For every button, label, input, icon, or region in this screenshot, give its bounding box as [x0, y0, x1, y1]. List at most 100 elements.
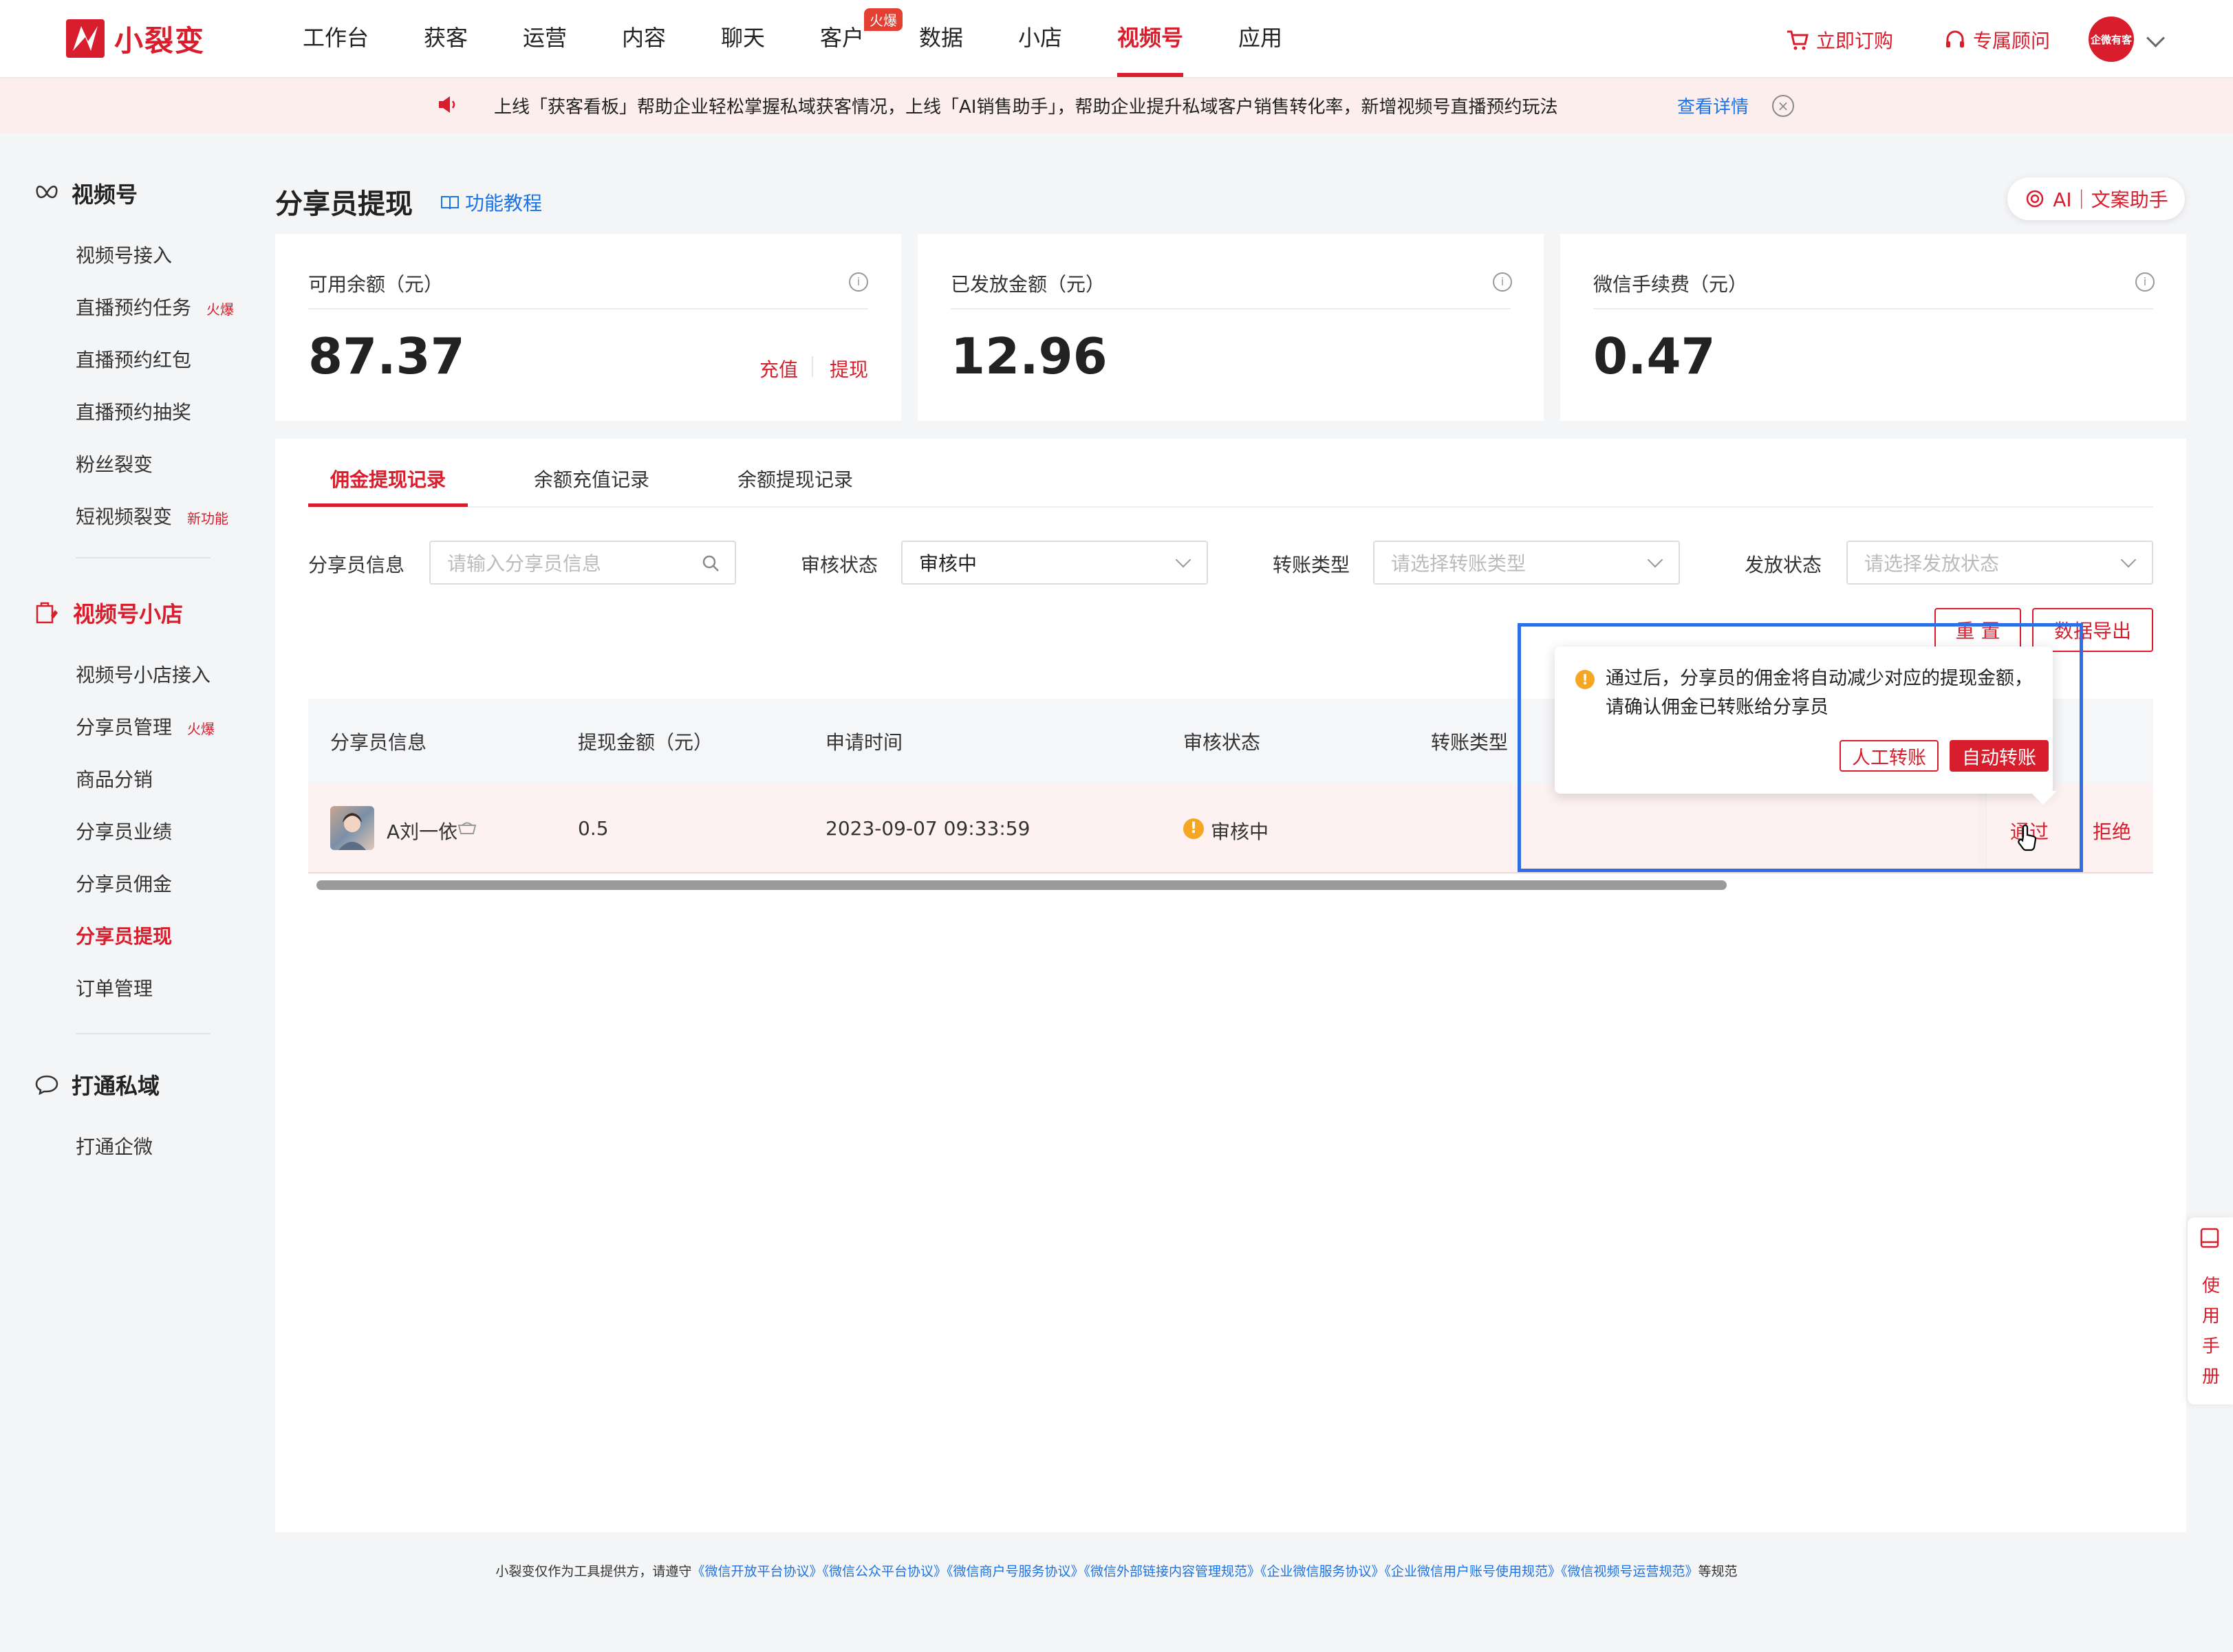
- sidebar-item-label: 分享员管理: [76, 716, 173, 739]
- footer-link-wecom-account[interactable]: 《企业微信用户账号使用规范》: [1385, 1564, 1562, 1579]
- review-status-value: 审核中: [919, 552, 978, 575]
- sidebar-item-sharer-withdraw[interactable]: 分享员提现: [76, 922, 172, 949]
- tutorial-label: 功能教程: [465, 192, 543, 215]
- sidebar-item-live-reserve-lottery[interactable]: 直播预约抽奖: [76, 398, 191, 425]
- sidebar-section-private[interactable]: 打通私域: [34, 1069, 160, 1100]
- nav-chat[interactable]: 聊天: [721, 21, 765, 52]
- brand-name: 小裂变: [114, 23, 206, 58]
- chevron-down-icon: [2120, 552, 2137, 568]
- ai-assistant-button[interactable]: AI｜文案助手: [2007, 177, 2185, 220]
- nav-channels[interactable]: 视频号: [1117, 21, 1183, 52]
- balance-label: 可用余额（元）: [308, 273, 444, 296]
- tab-balance-recharge[interactable]: 余额充值记录: [534, 465, 649, 492]
- footer-link-external-content[interactable]: 《微信外部链接内容管理规范》: [1083, 1564, 1260, 1579]
- sidebar-item-short-video-fission[interactable]: 短视频裂变 新功能: [76, 502, 228, 530]
- new-tag: 新功能: [187, 510, 229, 527]
- col-amount: 提现金额（元）: [578, 731, 713, 754]
- sidebar-section-title: 视频号小店: [73, 601, 184, 627]
- issue-status-select[interactable]: 请选择发放状态: [1846, 541, 2153, 585]
- footer-link-channels-rules[interactable]: 《微信视频号运营规范》: [1561, 1564, 1698, 1579]
- tutorial-link[interactable]: 功能教程: [440, 188, 542, 216]
- footer-link-wecom-service[interactable]: 《企业微信服务协议》: [1260, 1564, 1385, 1579]
- withdraw-link[interactable]: 提现: [830, 355, 868, 382]
- page-title: 分享员提现: [275, 188, 413, 220]
- banner-text: 上线「获客看板」帮助企业轻松掌握私域获客情况，上线「AI销售助手」，帮助企业提升…: [494, 97, 1558, 118]
- brand-logo[interactable]: 小裂变: [66, 18, 205, 59]
- book-icon: [441, 196, 459, 210]
- info-icon[interactable]: i: [1493, 272, 1512, 292]
- col-transfer-type: 转账类型: [1431, 731, 1509, 754]
- ai-icon: [2027, 190, 2044, 208]
- sidebar-item-product-distribution[interactable]: 商品分销: [76, 765, 153, 792]
- nav-apps[interactable]: 应用: [1238, 21, 1282, 52]
- headset-icon: [1946, 30, 1964, 47]
- consultant-link[interactable]: 专属顾问: [1944, 26, 2050, 54]
- chat-bubble-icon: [35, 1075, 58, 1096]
- info-icon[interactable]: i: [2135, 272, 2155, 292]
- card-divider: [1593, 308, 2153, 309]
- nav-customer[interactable]: 客户: [820, 21, 864, 52]
- search-icon: [702, 555, 719, 572]
- sidebar-item-sharer-commission[interactable]: 分享员佣金: [76, 869, 172, 897]
- sidebar-item-live-reserve-task[interactable]: 直播预约任务 火爆: [76, 293, 234, 320]
- reject-link[interactable]: 拒绝: [2093, 817, 2131, 845]
- info-icon[interactable]: i: [849, 272, 868, 292]
- sidebar-item-shop-access[interactable]: 视频号小店接入: [76, 660, 211, 688]
- withdraw-amount: 0.5: [578, 817, 609, 840]
- user-manual-button[interactable]: 使用手册: [2188, 1217, 2233, 1404]
- footer-link-mp-platform[interactable]: 《微信公众平台协议》: [822, 1564, 947, 1579]
- nav-data[interactable]: 数据: [919, 21, 963, 52]
- apply-time: 2023-09-07 09:33:59: [826, 817, 1031, 840]
- review-filter-label: 审核状态: [801, 554, 878, 576]
- nav-hot-badge: 火爆: [864, 8, 903, 31]
- col-apply-time: 申请时间: [826, 731, 903, 754]
- nav-acquire[interactable]: 获客: [424, 21, 468, 52]
- nav-operation[interactable]: 运营: [523, 21, 567, 52]
- hot-tag: 火爆: [187, 721, 215, 737]
- footer-link-open-platform[interactable]: 《微信开放平台协议》: [691, 1564, 822, 1579]
- recharge-link[interactable]: 充值: [759, 355, 798, 382]
- sidebar-item-live-reserve-redpacket[interactable]: 直播预约红包: [76, 345, 191, 373]
- subscribe-link[interactable]: 立即订购: [1786, 26, 1893, 54]
- highlight-box: [1518, 623, 2083, 872]
- sidebar-item-wecom[interactable]: 打通企微: [76, 1132, 153, 1160]
- nav-content[interactable]: 内容: [622, 21, 666, 52]
- transfer-type-select[interactable]: 请选择转账类型: [1373, 541, 1680, 585]
- sidebar-item-sharer-manage[interactable]: 分享员管理 火爆: [76, 713, 215, 740]
- sidebar-section-channels[interactable]: 视频号: [34, 177, 138, 209]
- sidebar-item-channel-access[interactable]: 视频号接入: [76, 241, 172, 268]
- wechat-shop-icon: [457, 822, 477, 834]
- col-sharer-info: 分享员信息: [330, 731, 427, 754]
- butterfly-icon: [36, 185, 58, 199]
- sharer-search-input[interactable]: 请输入分享员信息: [429, 541, 736, 585]
- cart-icon: [1787, 30, 1809, 50]
- tab-active-underline: [308, 503, 468, 507]
- footer-link-merchant[interactable]: 《微信商户号服务协议》: [947, 1564, 1084, 1579]
- sidebar-item-sharer-performance[interactable]: 分享员业绩: [76, 817, 172, 845]
- sidebar-section-shop[interactable]: 视频号小店: [34, 597, 183, 629]
- tab-balance-withdraw[interactable]: 余额提现记录: [737, 465, 853, 492]
- action-divider: [812, 356, 813, 377]
- balance-value: 87.37: [308, 327, 465, 385]
- org-avatar[interactable]: 企微有客: [2089, 17, 2134, 62]
- issued-value: 12.96: [951, 327, 1108, 385]
- warning-icon: !: [1183, 818, 1204, 839]
- sidebar-item-fan-fission[interactable]: 粉丝裂变: [76, 450, 153, 477]
- sharer-search-placeholder: 请输入分享员信息: [447, 552, 602, 575]
- footer: 小裂变仅作为工具提供方，请遵守《微信开放平台协议》《微信公众平台协议》《微信商户…: [0, 1561, 2233, 1580]
- sidebar-item-order-manage[interactable]: 订单管理: [76, 974, 153, 1001]
- banner-details-link[interactable]: 查看详情: [1677, 93, 1749, 118]
- sidebar-section-title: 打通私域: [72, 1073, 160, 1099]
- close-icon[interactable]: ×: [1772, 95, 1794, 117]
- scrollbar-thumb[interactable]: [316, 880, 1727, 890]
- consultant-label: 专属顾问: [1973, 30, 2051, 52]
- fee-value: 0.47: [1593, 327, 1716, 385]
- tab-commission-withdraw[interactable]: 佣金提现记录: [330, 465, 446, 492]
- review-status-select[interactable]: 审核中: [901, 541, 1208, 585]
- footer-prefix: 小裂变仅作为工具提供方，请遵守: [495, 1564, 692, 1579]
- records-panel: [275, 439, 2186, 1532]
- nav-workbench[interactable]: 工作台: [303, 21, 369, 52]
- sidebar-item-label: 直播预约任务: [76, 296, 192, 319]
- nav-shop[interactable]: 小店: [1018, 21, 1062, 52]
- card-divider: [951, 308, 1511, 309]
